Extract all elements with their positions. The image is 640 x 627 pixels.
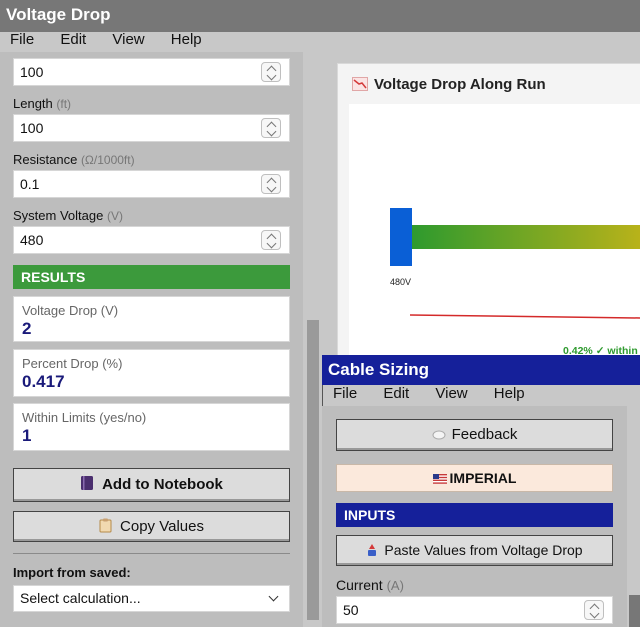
source-voltage-bar <box>390 208 412 266</box>
result-value: 0.417 <box>22 372 65 391</box>
chart-plot: 480V 0.42% ✓ within <box>349 104 640 359</box>
menu-bar: File Edit View Help <box>333 383 547 405</box>
menu-file[interactable]: File <box>333 385 357 402</box>
chart-icon <box>352 77 368 91</box>
copy-values-button[interactable]: Copy Values <box>13 511 290 542</box>
menu-view[interactable]: View <box>435 385 467 402</box>
add-to-notebook-button[interactable]: Add to Notebook <box>13 468 290 502</box>
spinner-icon[interactable] <box>584 600 604 620</box>
window-title: Cable Sizing <box>322 355 640 385</box>
window-title: Voltage Drop <box>0 0 640 32</box>
unit-system-toggle[interactable]: IMPERIAL <box>336 464 613 492</box>
voltage-gradient-bar <box>412 225 640 249</box>
menu-bar: File Edit View Help <box>10 29 224 51</box>
spinner-icon[interactable] <box>261 230 281 250</box>
scrollbar-thumb[interactable] <box>629 595 640 627</box>
menu-help[interactable]: Help <box>494 385 525 402</box>
spinner-icon[interactable] <box>261 174 281 194</box>
resistance-label: Resistance (Ω/1000ft) <box>13 152 135 167</box>
feedback-button[interactable]: Feedback <box>336 419 613 451</box>
menu-edit[interactable]: Edit <box>383 385 409 402</box>
top-number-field[interactable]: 100 <box>13 58 290 86</box>
voltage-chart-svg: 480V 0.42% ✓ within <box>390 208 640 357</box>
spinner-icon[interactable] <box>261 62 281 82</box>
current-field[interactable]: 50 <box>336 596 613 624</box>
menu-help[interactable]: Help <box>171 31 202 48</box>
source-voltage-label: 480V <box>390 277 411 287</box>
saved-calculation-select[interactable]: Select calculation... <box>13 585 290 612</box>
result-percent-drop: Percent Drop (%) 0.417 <box>13 349 290 397</box>
result-label: Voltage Drop (V) <box>22 303 119 318</box>
result-value: 2 <box>22 319 32 338</box>
system-voltage-field[interactable]: 480 <box>13 226 290 254</box>
chevron-down-icon <box>268 591 279 602</box>
result-value: 1 <box>22 426 32 445</box>
inputs-header: INPUTS <box>336 503 613 527</box>
notebook-icon <box>81 476 94 490</box>
us-flag-icon <box>432 474 447 484</box>
result-label: Within Limits (yes/no) <box>22 410 147 425</box>
paste-values-button[interactable]: Paste Values from Voltage Drop <box>336 535 613 566</box>
results-header: RESULTS <box>13 265 290 289</box>
system-voltage-label: System Voltage (V) <box>13 208 123 223</box>
length-label: Length (ft) <box>13 96 72 111</box>
result-label: Percent Drop (%) <box>22 356 123 371</box>
spinner-icon[interactable] <box>261 118 281 138</box>
menu-view[interactable]: View <box>112 31 144 48</box>
divider <box>13 553 290 554</box>
import-label: Import from saved: <box>13 565 131 580</box>
scrollbar-thumb[interactable] <box>307 320 319 620</box>
limit-line <box>409 314 640 319</box>
paste-icon <box>368 544 377 556</box>
chart-title: Voltage Drop Along Run <box>352 76 546 93</box>
resistance-field[interactable]: 0.1 <box>13 170 290 198</box>
current-label: Current (A) <box>336 577 404 593</box>
result-voltage-drop: Voltage Drop (V) 2 <box>13 296 290 342</box>
clipboard-icon <box>99 518 112 533</box>
speech-bubble-icon <box>432 430 446 440</box>
result-within-limits: Within Limits (yes/no) 1 <box>13 403 290 451</box>
menu-file[interactable]: File <box>10 31 34 48</box>
menu-edit[interactable]: Edit <box>60 31 86 48</box>
length-field[interactable]: 100 <box>13 114 290 142</box>
